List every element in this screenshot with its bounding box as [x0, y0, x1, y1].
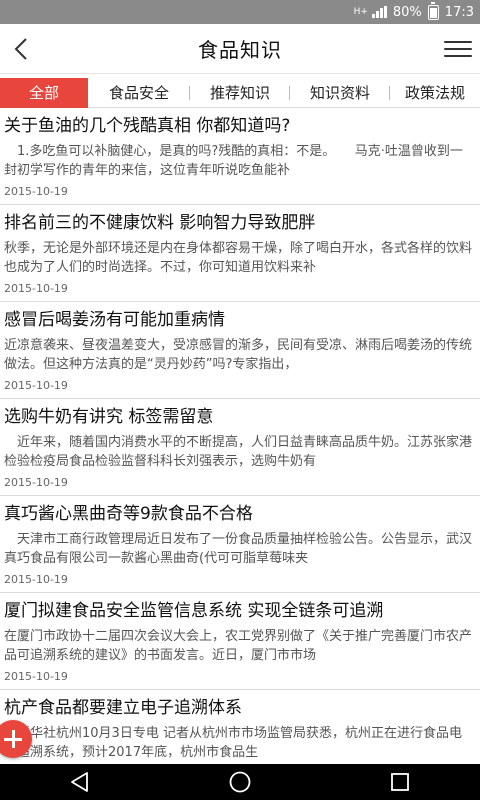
article-list: 关于鱼油的几个残酷真相 你都知道吗? 1.多吃鱼可以补脑健心，是真的吗?残酷的真…	[0, 108, 480, 764]
list-item[interactable]: 杭产食品都要建立电子追溯体系 新华社杭州10月3日专电 记者从杭州市市场监管局获…	[0, 690, 480, 764]
list-item[interactable]: 真巧酱心黑曲奇等9款食品不合格 天津市工商行政管理局近日发布了一份食品质量抽样检…	[0, 496, 480, 593]
signal-icon	[371, 6, 387, 18]
nav-home-button[interactable]	[218, 766, 262, 798]
battery-percent: 80%	[392, 4, 422, 20]
article-title: 厦门拟建食品安全监管信息系统 实现全链条可追溯	[4, 601, 384, 621]
hamburger-menu-icon	[444, 41, 472, 43]
title-bar: 食品知识	[0, 24, 480, 74]
article-title: 真巧酱心黑曲奇等9款食品不合格	[4, 504, 253, 524]
nav-home-icon	[229, 771, 251, 793]
article-date: 2015-10-19	[4, 379, 68, 392]
status-bar: H+ 80% 17:3	[0, 0, 480, 24]
tab-label: 推荐知识	[209, 84, 270, 102]
nav-recents-button[interactable]	[378, 766, 422, 798]
article-date: 2015-10-19	[4, 573, 68, 586]
article-summary: 近年来，随着国内消费水平的不断提高，人们日益青睐高品质牛奶。江苏张家港检验检疫局…	[4, 435, 473, 469]
article-summary: 秋季，无论是外部环境还是内在身体都容易干燥，除了喝白开水，各式各样的饮料也成为了…	[4, 241, 473, 275]
article-summary: 近凉意袭来、昼夜温差变大，受凉感冒的渐多，民间有受凉、淋雨后喝姜汤的传统做法。但…	[4, 338, 473, 372]
article-date: 2015-10-19	[4, 282, 68, 295]
article-date: 2015-10-19	[4, 476, 68, 489]
battery-icon	[427, 1, 439, 20]
list-item[interactable]: 关于鱼油的几个残酷真相 你都知道吗? 1.多吃鱼可以补脑健心，是真的吗?残酷的真…	[0, 108, 480, 205]
tab-recommended[interactable]: 推荐知识	[190, 78, 290, 108]
tab-food-safety[interactable]: 食品安全	[88, 78, 190, 108]
system-nav-bar	[0, 764, 480, 800]
tab-label: 知识资料	[309, 84, 370, 102]
tab-knowledge-materials[interactable]: 知识资料	[290, 78, 390, 108]
article-title: 排名前三的不健康饮料 影响智力导致肥胖	[4, 213, 316, 233]
article-date: 2015-10-19	[4, 185, 68, 198]
back-button[interactable]	[6, 34, 36, 64]
page-title: 食品知识	[198, 38, 282, 62]
article-title: 选购牛奶有讲究 标签需留意	[4, 407, 214, 427]
menu-button[interactable]	[444, 35, 472, 63]
article-title: 感冒后喝姜汤有可能加重病情	[4, 310, 225, 330]
list-item[interactable]: 感冒后喝姜汤有可能加重病情 近凉意袭来、昼夜温差变大，受凉感冒的渐多，民间有受凉…	[0, 302, 480, 399]
clock: 17:3	[444, 4, 474, 20]
article-title: 杭产食品都要建立电子追溯体系	[4, 698, 242, 718]
network-type: H+	[353, 6, 368, 17]
article-summary: 天津市工商行政管理局近日发布了一份食品质量抽样检验公告。公告显示，武汉真巧食品有…	[4, 532, 473, 566]
article-summary: 新华社杭州10月3日专电 记者从杭州市市场监管局获悉，杭州正在进行食品电子追溯系…	[4, 726, 462, 760]
category-tabs: 全部 食品安全 推荐知识 知识资料 政策法规	[0, 77, 480, 108]
tab-label: 政策法规	[404, 84, 465, 102]
list-item[interactable]: 厦门拟建食品安全监管信息系统 实现全链条可追溯 在厦门市政协十二届四次会议大会上…	[0, 593, 480, 690]
tab-label: 食品安全	[108, 84, 169, 102]
tab-all[interactable]: 全部	[0, 77, 88, 108]
tab-policies[interactable]: 政策法规	[390, 78, 480, 108]
article-summary: 在厦门市政协十二届四次会议大会上，农工党界别做了《关于推广完善厦门市农产品可追溯…	[4, 629, 473, 663]
list-item[interactable]: 选购牛奶有讲究 标签需留意 近年来，随着国内消费水平的不断提高，人们日益青睐高品…	[0, 399, 480, 496]
nav-back-button[interactable]	[58, 766, 102, 798]
article-summary: 1.多吃鱼可以补脑健心，是真的吗?残酷的真相：不是。 马克·吐温曾收到一封初学写…	[4, 144, 463, 178]
article-title: 关于鱼油的几个残酷真相 你都知道吗?	[4, 116, 291, 136]
tab-label: 全部	[28, 84, 59, 102]
chevron-left-icon	[14, 38, 27, 60]
list-item[interactable]: 排名前三的不健康饮料 影响智力导致肥胖 秋季，无论是外部环境还是内在身体都容易干…	[0, 205, 480, 302]
nav-recents-icon	[391, 773, 409, 791]
nav-back-icon	[71, 772, 88, 792]
article-date: 2015-10-19	[4, 670, 68, 683]
